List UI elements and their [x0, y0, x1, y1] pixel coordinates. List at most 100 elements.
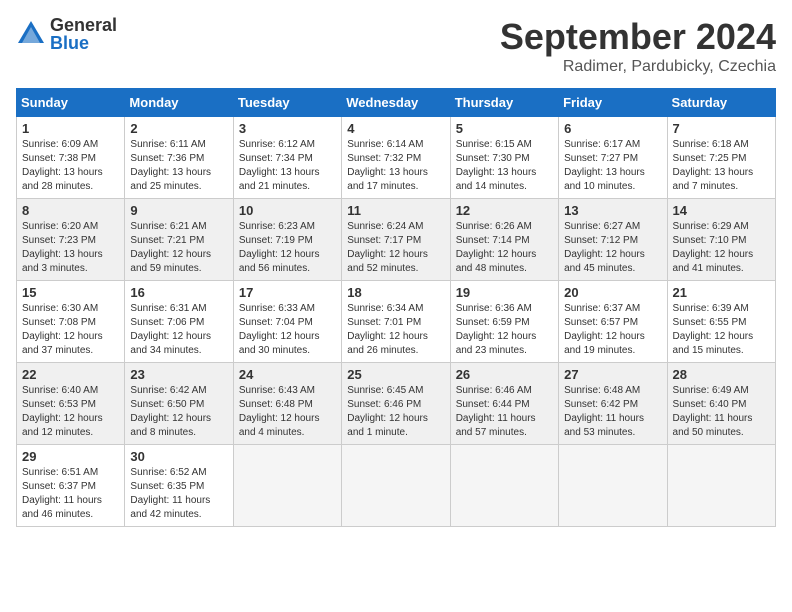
calendar-cell: 11 Sunrise: 6:24 AMSunset: 7:17 PMDaylig…	[342, 199, 450, 281]
day-number: 9	[130, 203, 227, 218]
day-number: 19	[456, 285, 553, 300]
day-number: 6	[564, 121, 661, 136]
day-number: 7	[673, 121, 770, 136]
calendar-table: SundayMondayTuesdayWednesdayThursdayFrid…	[16, 88, 776, 527]
day-info: Sunrise: 6:46 AMSunset: 6:44 PMDaylight:…	[456, 385, 536, 438]
header-day-sunday: Sunday	[17, 89, 125, 117]
calendar-cell: 14 Sunrise: 6:29 AMSunset: 7:10 PMDaylig…	[667, 199, 775, 281]
calendar-cell	[233, 445, 341, 527]
page-header: General Blue September 2024 Radimer, Par…	[16, 16, 776, 76]
calendar-cell: 24 Sunrise: 6:43 AMSunset: 6:48 PMDaylig…	[233, 363, 341, 445]
location-title: Radimer, Pardubicky, Czechia	[500, 58, 776, 76]
day-info: Sunrise: 6:45 AMSunset: 6:46 PMDaylight:…	[347, 385, 428, 438]
day-number: 28	[673, 367, 770, 382]
calendar-cell: 27 Sunrise: 6:48 AMSunset: 6:42 PMDaylig…	[559, 363, 667, 445]
day-info: Sunrise: 6:34 AMSunset: 7:01 PMDaylight:…	[347, 303, 428, 356]
day-number: 21	[673, 285, 770, 300]
day-info: Sunrise: 6:48 AMSunset: 6:42 PMDaylight:…	[564, 385, 644, 438]
day-number: 23	[130, 367, 227, 382]
calendar-cell: 23 Sunrise: 6:42 AMSunset: 6:50 PMDaylig…	[125, 363, 233, 445]
day-info: Sunrise: 6:20 AMSunset: 7:23 PMDaylight:…	[22, 221, 103, 274]
day-info: Sunrise: 6:42 AMSunset: 6:50 PMDaylight:…	[130, 385, 211, 438]
calendar-week-1: 1 Sunrise: 6:09 AMSunset: 7:38 PMDayligh…	[17, 117, 776, 199]
day-info: Sunrise: 6:43 AMSunset: 6:48 PMDaylight:…	[239, 385, 320, 438]
calendar-cell: 9 Sunrise: 6:21 AMSunset: 7:21 PMDayligh…	[125, 199, 233, 281]
logo-text: General Blue	[50, 16, 117, 52]
day-number: 17	[239, 285, 336, 300]
day-number: 8	[22, 203, 119, 218]
day-info: Sunrise: 6:09 AMSunset: 7:38 PMDaylight:…	[22, 139, 103, 192]
calendar-cell: 12 Sunrise: 6:26 AMSunset: 7:14 PMDaylig…	[450, 199, 558, 281]
calendar-header: SundayMondayTuesdayWednesdayThursdayFrid…	[17, 89, 776, 117]
day-info: Sunrise: 6:49 AMSunset: 6:40 PMDaylight:…	[673, 385, 753, 438]
day-info: Sunrise: 6:21 AMSunset: 7:21 PMDaylight:…	[130, 221, 211, 274]
day-number: 25	[347, 367, 444, 382]
day-info: Sunrise: 6:51 AMSunset: 6:37 PMDaylight:…	[22, 467, 102, 520]
day-info: Sunrise: 6:36 AMSunset: 6:59 PMDaylight:…	[456, 303, 537, 356]
header-day-monday: Monday	[125, 89, 233, 117]
day-info: Sunrise: 6:12 AMSunset: 7:34 PMDaylight:…	[239, 139, 320, 192]
calendar-cell	[667, 445, 775, 527]
calendar-cell	[342, 445, 450, 527]
calendar-cell: 13 Sunrise: 6:27 AMSunset: 7:12 PMDaylig…	[559, 199, 667, 281]
calendar-cell: 3 Sunrise: 6:12 AMSunset: 7:34 PMDayligh…	[233, 117, 341, 199]
header-day-saturday: Saturday	[667, 89, 775, 117]
day-number: 14	[673, 203, 770, 218]
calendar-cell: 21 Sunrise: 6:39 AMSunset: 6:55 PMDaylig…	[667, 281, 775, 363]
calendar-week-4: 22 Sunrise: 6:40 AMSunset: 6:53 PMDaylig…	[17, 363, 776, 445]
calendar-cell: 17 Sunrise: 6:33 AMSunset: 7:04 PMDaylig…	[233, 281, 341, 363]
day-number: 12	[456, 203, 553, 218]
day-number: 15	[22, 285, 119, 300]
month-title: September 2024	[500, 16, 776, 58]
logo-blue: Blue	[50, 34, 117, 52]
day-number: 1	[22, 121, 119, 136]
calendar-cell: 18 Sunrise: 6:34 AMSunset: 7:01 PMDaylig…	[342, 281, 450, 363]
day-number: 5	[456, 121, 553, 136]
day-number: 27	[564, 367, 661, 382]
calendar-cell: 7 Sunrise: 6:18 AMSunset: 7:25 PMDayligh…	[667, 117, 775, 199]
calendar-week-2: 8 Sunrise: 6:20 AMSunset: 7:23 PMDayligh…	[17, 199, 776, 281]
day-number: 20	[564, 285, 661, 300]
day-info: Sunrise: 6:18 AMSunset: 7:25 PMDaylight:…	[673, 139, 754, 192]
logo-general: General	[50, 16, 117, 34]
header-day-thursday: Thursday	[450, 89, 558, 117]
day-number: 4	[347, 121, 444, 136]
calendar-cell	[559, 445, 667, 527]
calendar-cell: 5 Sunrise: 6:15 AMSunset: 7:30 PMDayligh…	[450, 117, 558, 199]
calendar-week-5: 29 Sunrise: 6:51 AMSunset: 6:37 PMDaylig…	[17, 445, 776, 527]
day-info: Sunrise: 6:14 AMSunset: 7:32 PMDaylight:…	[347, 139, 428, 192]
calendar-cell: 20 Sunrise: 6:37 AMSunset: 6:57 PMDaylig…	[559, 281, 667, 363]
logo-icon	[16, 19, 46, 49]
day-number: 2	[130, 121, 227, 136]
calendar-cell: 25 Sunrise: 6:45 AMSunset: 6:46 PMDaylig…	[342, 363, 450, 445]
day-number: 18	[347, 285, 444, 300]
logo: General Blue	[16, 16, 117, 52]
day-number: 3	[239, 121, 336, 136]
calendar-cell: 26 Sunrise: 6:46 AMSunset: 6:44 PMDaylig…	[450, 363, 558, 445]
day-info: Sunrise: 6:37 AMSunset: 6:57 PMDaylight:…	[564, 303, 645, 356]
calendar-cell	[450, 445, 558, 527]
day-info: Sunrise: 6:24 AMSunset: 7:17 PMDaylight:…	[347, 221, 428, 274]
day-number: 16	[130, 285, 227, 300]
day-info: Sunrise: 6:30 AMSunset: 7:08 PMDaylight:…	[22, 303, 103, 356]
day-info: Sunrise: 6:27 AMSunset: 7:12 PMDaylight:…	[564, 221, 645, 274]
header-day-friday: Friday	[559, 89, 667, 117]
calendar-cell: 19 Sunrise: 6:36 AMSunset: 6:59 PMDaylig…	[450, 281, 558, 363]
header-day-tuesday: Tuesday	[233, 89, 341, 117]
day-info: Sunrise: 6:39 AMSunset: 6:55 PMDaylight:…	[673, 303, 754, 356]
calendar-cell: 30 Sunrise: 6:52 AMSunset: 6:35 PMDaylig…	[125, 445, 233, 527]
calendar-cell: 10 Sunrise: 6:23 AMSunset: 7:19 PMDaylig…	[233, 199, 341, 281]
calendar-week-3: 15 Sunrise: 6:30 AMSunset: 7:08 PMDaylig…	[17, 281, 776, 363]
day-number: 24	[239, 367, 336, 382]
title-block: September 2024 Radimer, Pardubicky, Czec…	[500, 16, 776, 76]
day-number: 22	[22, 367, 119, 382]
day-number: 11	[347, 203, 444, 218]
day-number: 10	[239, 203, 336, 218]
header-day-wednesday: Wednesday	[342, 89, 450, 117]
calendar-body: 1 Sunrise: 6:09 AMSunset: 7:38 PMDayligh…	[17, 117, 776, 527]
day-info: Sunrise: 6:11 AMSunset: 7:36 PMDaylight:…	[130, 139, 211, 192]
calendar-cell: 4 Sunrise: 6:14 AMSunset: 7:32 PMDayligh…	[342, 117, 450, 199]
day-info: Sunrise: 6:33 AMSunset: 7:04 PMDaylight:…	[239, 303, 320, 356]
day-info: Sunrise: 6:15 AMSunset: 7:30 PMDaylight:…	[456, 139, 537, 192]
calendar-cell: 2 Sunrise: 6:11 AMSunset: 7:36 PMDayligh…	[125, 117, 233, 199]
